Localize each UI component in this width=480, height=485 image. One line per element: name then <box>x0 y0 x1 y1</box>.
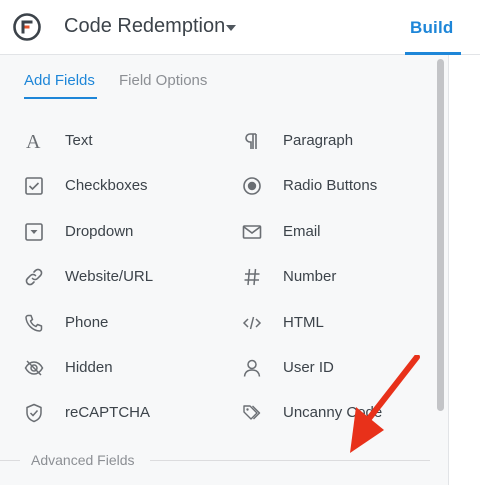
phone-icon <box>23 312 45 334</box>
field-label: Email <box>283 223 321 240</box>
dropdown-icon <box>23 221 45 243</box>
add-fields-panel: Add Fields Field Options A Text Paragrap… <box>0 55 449 485</box>
field-label: Hidden <box>65 359 113 376</box>
tab-build[interactable]: Build <box>410 18 454 38</box>
annotation-arrow-icon <box>330 355 430 465</box>
shield-icon <box>23 402 45 424</box>
svg-text:A: A <box>26 131 41 151</box>
field-label: reCAPTCHA <box>65 404 151 421</box>
field-label: Text <box>65 132 93 149</box>
checkbox-icon <box>23 175 45 197</box>
eye-off-icon <box>23 357 45 379</box>
field-label: Paragraph <box>283 132 354 149</box>
field-label: Website/URL <box>65 268 154 285</box>
text-icon: A <box>23 130 45 152</box>
divider <box>0 460 20 461</box>
email-icon <box>241 221 263 243</box>
field-label: Number <box>283 268 337 285</box>
field-checkboxes[interactable]: Checkboxes <box>23 171 213 201</box>
field-html[interactable]: HTML <box>241 308 431 338</box>
hash-icon <box>241 266 263 288</box>
link-icon <box>23 266 45 288</box>
field-dropdown[interactable]: Dropdown <box>23 217 213 247</box>
field-label: User ID <box>283 359 334 376</box>
field-email[interactable]: Email <box>241 217 431 247</box>
advanced-fields-heading: Advanced Fields <box>31 452 135 468</box>
field-recaptcha[interactable]: reCAPTCHA <box>23 398 213 428</box>
field-label: Phone <box>65 314 109 331</box>
tab-add-fields-indicator <box>24 97 97 99</box>
paragraph-icon <box>241 130 263 152</box>
field-label: Dropdown <box>65 223 134 240</box>
field-phone[interactable]: Phone <box>23 308 213 338</box>
field-paragraph[interactable]: Paragraph <box>241 126 431 156</box>
top-bar: Code Redemption Build <box>0 0 480 55</box>
chevron-down-icon[interactable] <box>226 25 236 31</box>
panel-tabs: Add Fields Field Options <box>0 55 430 103</box>
scrollbar-thumb[interactable] <box>437 59 444 411</box>
field-label: Checkboxes <box>65 177 148 194</box>
field-radio-buttons[interactable]: Radio Buttons <box>241 171 431 201</box>
field-website-url[interactable]: Website/URL <box>23 262 213 292</box>
code-icon <box>241 312 263 334</box>
field-label: HTML <box>283 314 324 331</box>
user-icon <box>241 357 263 379</box>
form-title[interactable]: Code Redemption <box>64 15 225 38</box>
field-hidden[interactable]: Hidden <box>23 353 213 383</box>
tag-icon <box>241 402 263 424</box>
formidable-logo-icon[interactable] <box>13 13 41 41</box>
tab-add-fields[interactable]: Add Fields <box>24 72 95 89</box>
field-number[interactable]: Number <box>241 262 431 292</box>
radio-icon <box>241 175 263 197</box>
field-text[interactable]: A Text <box>23 126 213 156</box>
field-label: Radio Buttons <box>283 177 378 194</box>
canvas-area <box>449 55 480 485</box>
tab-field-options[interactable]: Field Options <box>119 72 207 89</box>
